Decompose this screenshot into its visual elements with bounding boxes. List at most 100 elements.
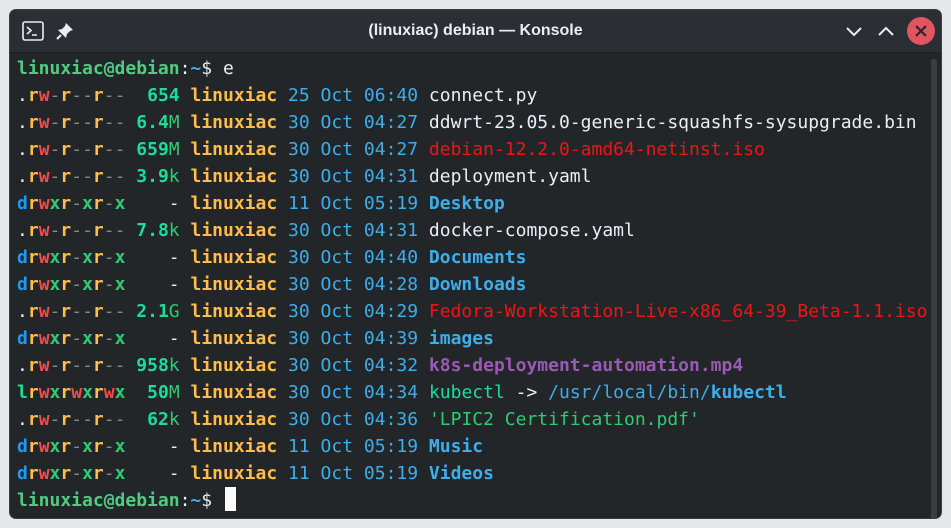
file-name[interactable]: Downloads (429, 274, 527, 295)
file-size: - (168, 247, 180, 268)
list-item: drwxr-xr-x - linuxiac 30 Oct 04:28 Downl… (17, 271, 927, 298)
file-name[interactable]: Desktop (429, 193, 505, 214)
file-size: 62k (147, 409, 180, 430)
list-item: drwxr-xr-x - linuxiac 11 Oct 05:19 Music (17, 433, 927, 460)
list-item: .rw-r--r-- 654 linuxiac 25 Oct 06:40 con… (17, 82, 927, 109)
modified-date: 30 Oct 04:34 (288, 382, 419, 403)
terminal-output[interactable]: linuxiac@debian:~$ e .rw-r--r-- 654 linu… (10, 53, 927, 518)
owner: linuxiac (190, 301, 278, 322)
file-name[interactable]: Videos (429, 463, 494, 484)
file-name[interactable]: Music (429, 436, 483, 457)
owner: linuxiac (190, 112, 278, 133)
file-size: 50M (147, 382, 180, 403)
prompt-path: ~ (190, 490, 202, 511)
prompt-separator: : (179, 58, 191, 79)
modified-date: 30 Oct 04:27 (288, 112, 419, 133)
permissions: drwxr-xr-x (17, 193, 126, 214)
permissions: .rw-r--r-- (17, 301, 126, 322)
list-item: drwxr-xr-x - linuxiac 30 Oct 04:40 Docum… (17, 244, 927, 271)
file-size: 654 (147, 85, 180, 106)
modified-date: 11 Oct 05:19 (288, 463, 419, 484)
close-icon (915, 25, 927, 37)
file-name[interactable]: kubectl (429, 382, 505, 403)
file-size: - (168, 328, 180, 349)
close-button[interactable] (907, 17, 935, 45)
list-item: .rw-r--r-- 62k linuxiac 30 Oct 04:36 'LP… (17, 406, 927, 433)
link-target-name: kubectl (710, 382, 787, 403)
file-name[interactable]: ddwrt-23.05.0-generic-squashfs-sysupgrad… (429, 112, 917, 133)
owner: linuxiac (190, 139, 278, 160)
permissions: drwxr-xr-x (17, 247, 126, 268)
prompt-symbol: $ (201, 490, 223, 511)
modified-date: 30 Oct 04:27 (288, 139, 419, 160)
file-size: - (168, 463, 180, 484)
modified-date: 11 Oct 05:19 (288, 193, 419, 214)
file-name[interactable]: images (429, 328, 494, 349)
listing: .rw-r--r-- 654 linuxiac 25 Oct 06:40 con… (17, 82, 927, 487)
file-size: 7.8k (136, 220, 180, 241)
prompt-symbol: $ (201, 58, 223, 79)
permissions: .rw-r--r-- (17, 112, 126, 133)
active-prompt-line[interactable]: linuxiac@debian:~$ (17, 487, 927, 514)
list-item: .rw-r--r-- 6.4M linuxiac 30 Oct 04:27 dd… (17, 109, 927, 136)
text-cursor (224, 487, 236, 511)
file-size: 958k (136, 355, 180, 376)
owner: linuxiac (190, 85, 278, 106)
owner: linuxiac (190, 166, 278, 187)
file-size: - (168, 436, 180, 457)
permissions: drwxr-xr-x (17, 436, 126, 457)
list-item: .rw-r--r-- 7.8k linuxiac 30 Oct 04:31 do… (17, 217, 927, 244)
file-name[interactable]: debian-12.2.0-amd64-netinst.iso (429, 139, 765, 160)
minimize-button[interactable] (841, 18, 867, 44)
owner: linuxiac (190, 247, 278, 268)
owner: linuxiac (190, 220, 278, 241)
modified-date: 30 Oct 04:28 (288, 274, 419, 295)
permissions: .rw-r--r-- (17, 409, 126, 430)
permissions: drwxr-xr-x (17, 328, 126, 349)
owner: linuxiac (190, 463, 278, 484)
modified-date: 30 Oct 04:40 (288, 247, 419, 268)
modified-date: 30 Oct 04:39 (288, 328, 419, 349)
scrollbar[interactable] (927, 53, 941, 518)
maximize-button[interactable] (873, 18, 899, 44)
list-item: .rw-r--r-- 958k linuxiac 30 Oct 04:32 k8… (17, 352, 927, 379)
prompt-user-host: linuxiac@debian (17, 490, 180, 511)
file-name[interactable]: Documents (429, 247, 527, 268)
owner: linuxiac (190, 436, 278, 457)
list-item: .rw-r--r-- 3.9k linuxiac 30 Oct 04:31 de… (17, 163, 927, 190)
file-name[interactable]: Fedora-Workstation-Live-x86_64-39_Beta-1… (429, 301, 928, 322)
modified-date: 30 Oct 04:29 (288, 301, 419, 322)
scrollbar-track[interactable] (931, 59, 937, 518)
permissions: drwxr-xr-x (17, 274, 126, 295)
file-name[interactable]: k8s-deployment-automation.mp4 (429, 355, 743, 376)
konsole-window: (linuxiac) debian — Konsole linuxiac@deb… (10, 10, 941, 518)
prompt-separator: : (179, 490, 191, 511)
list-item: drwxr-xr-x - linuxiac 11 Oct 05:19 Video… (17, 460, 927, 487)
list-item: drwxr-xr-x - linuxiac 30 Oct 04:39 image… (17, 325, 927, 352)
owner: linuxiac (190, 328, 278, 349)
window-title: (linuxiac) debian — Konsole (368, 22, 583, 39)
file-size: 2.1G (136, 301, 180, 322)
file-size: 6.4M (136, 112, 180, 133)
file-size: - (168, 274, 180, 295)
command-text: e (222, 58, 234, 79)
list-item: lrwxrwxrwx 50M linuxiac 30 Oct 04:34 kub… (17, 379, 927, 406)
owner: linuxiac (190, 409, 278, 430)
owner: linuxiac (190, 193, 278, 214)
permissions: .rw-r--r-- (17, 85, 126, 106)
file-name[interactable]: connect.py (429, 85, 537, 106)
chevron-down-icon (846, 27, 862, 37)
file-name[interactable]: docker-compose.yaml (429, 220, 635, 241)
owner: linuxiac (190, 355, 278, 376)
title-bar[interactable]: (linuxiac) debian — Konsole (10, 10, 941, 53)
permissions: .rw-r--r-- (17, 220, 126, 241)
modified-date: 30 Oct 04:36 (288, 409, 419, 430)
modified-date: 25 Oct 06:40 (288, 85, 419, 106)
file-size: - (168, 193, 180, 214)
link-arrow: -> (504, 382, 549, 403)
file-name[interactable]: 'LPIC2 Certification.pdf' (429, 409, 700, 430)
modified-date: 30 Oct 04:32 (288, 355, 419, 376)
file-name[interactable]: deployment.yaml (429, 166, 592, 187)
link-target-dir: /usr/local/bin/ (548, 382, 711, 403)
owner: linuxiac (190, 382, 278, 403)
